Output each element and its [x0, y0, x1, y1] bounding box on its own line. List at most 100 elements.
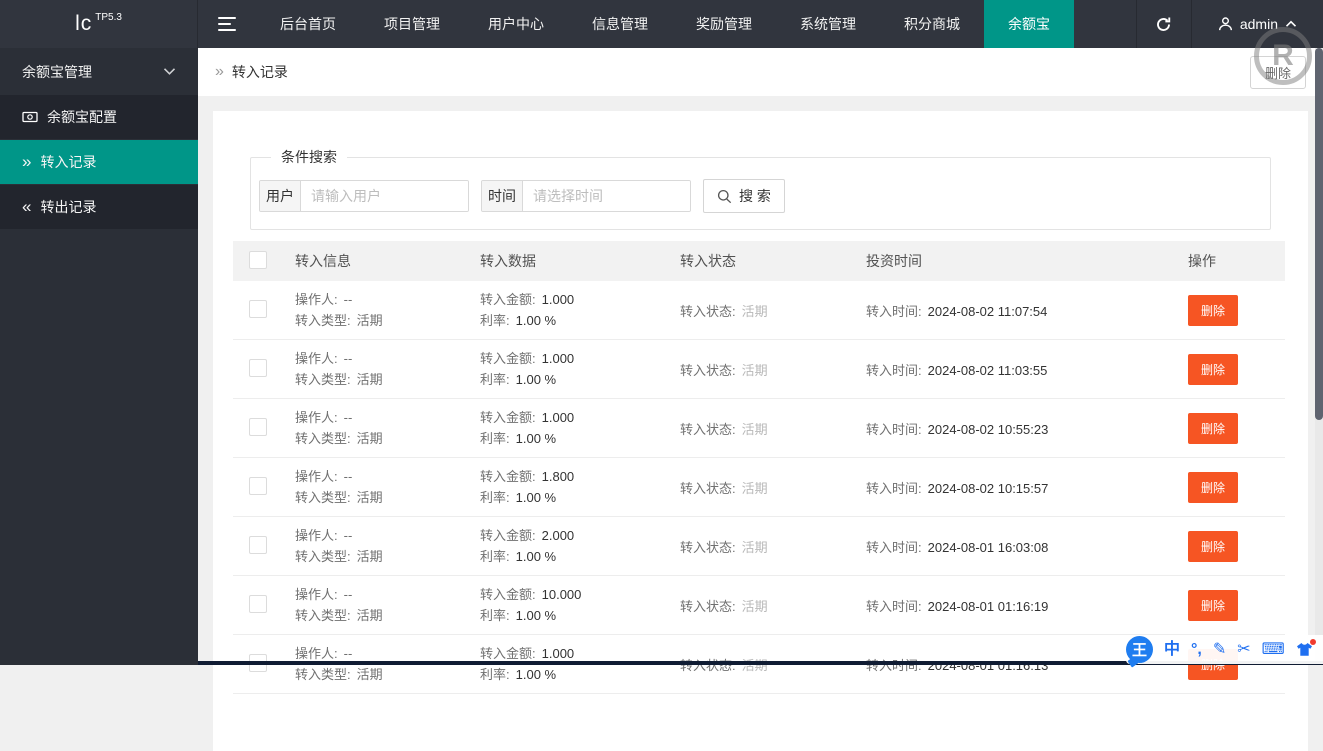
operator-label: 操作人:	[295, 351, 338, 366]
cell-transfer-info: 操作人: -- 转入类型: 活期	[295, 467, 480, 507]
rate-label: 利率:	[480, 431, 510, 446]
row-delete-button[interactable]: 删除	[1188, 294, 1239, 326]
time-value: 2024-08-02 11:07:54	[927, 303, 1048, 319]
breadcrumb-arrow-icon: »	[215, 63, 224, 80]
type-value: 活期	[356, 372, 383, 387]
ime-logo-icon[interactable]: 王	[1126, 636, 1153, 663]
cell-transfer-status: 转入状态: 活期	[680, 596, 866, 615]
cell-actions: 删除	[1188, 353, 1285, 385]
type-label: 转入类型:	[295, 667, 351, 682]
rate-label: 利率:	[480, 372, 510, 387]
row-checkbox[interactable]	[249, 594, 267, 613]
nav-item-home[interactable]: 后台首页	[256, 0, 360, 48]
row-checkbox[interactable]	[249, 417, 267, 436]
cell-transfer-info: 操作人: -- 转入类型: 活期	[295, 585, 480, 625]
select-all-checkbox[interactable]	[249, 250, 267, 269]
nav-item-rewards[interactable]: 奖励管理	[672, 0, 776, 48]
cell-transfer-data: 转入金额: 1.800 利率: 1.00 %	[480, 467, 680, 507]
time-filter-label: 时间	[482, 181, 523, 211]
rate-value: 1.00 %	[515, 490, 557, 505]
operator-value: --	[343, 469, 353, 484]
ime-keyboard-icon[interactable]: ⌨	[1262, 641, 1285, 658]
amount-label: 转入金额:	[480, 646, 536, 661]
operator-label: 操作人:	[295, 469, 338, 484]
cell-transfer-data: 转入金额: 1.000 利率: 1.00 %	[480, 290, 680, 330]
operator-value: --	[343, 292, 353, 307]
main-nav: 后台首页 项目管理 用户中心 信息管理 奖励管理 系统管理 积分商城 余额宝	[256, 0, 1074, 48]
rate-value: 1.00 %	[515, 431, 557, 446]
rate-value: 1.00 %	[515, 549, 557, 564]
page-scrollbar[interactable]	[1315, 48, 1323, 665]
operator-value: --	[343, 351, 353, 366]
nav-item-yuebao[interactable]: 余额宝	[984, 0, 1074, 48]
ime-handwriting-pencil-icon[interactable]: ✎	[1213, 641, 1226, 658]
sidebar-item-transfer-out-records[interactable]: « 转出记录	[0, 185, 198, 230]
rate-value: 1.00 %	[515, 608, 557, 623]
batch-delete-button[interactable]: 删除	[1249, 55, 1306, 89]
nav-item-users[interactable]: 用户中心	[464, 0, 568, 48]
amount-label: 转入金额:	[480, 469, 536, 484]
menu-collapse-icon[interactable]	[198, 0, 256, 48]
rate-label: 利率:	[480, 667, 510, 682]
row-delete-button[interactable]: 删除	[1188, 530, 1239, 562]
row-delete-button[interactable]: 删除	[1188, 471, 1239, 503]
cell-actions: 删除	[1188, 412, 1285, 444]
sidebar-item-transfer-in-records[interactable]: » 转入记录	[0, 140, 198, 185]
chevron-up-icon	[1285, 20, 1297, 28]
amount-label: 转入金额:	[480, 587, 536, 602]
top-navbar: lc TP5.3 后台首页 项目管理 用户中心 信息管理 奖励管理 系统管理 积…	[0, 0, 1323, 48]
nav-item-points-mall[interactable]: 积分商城	[880, 0, 984, 48]
row-checkbox[interactable]	[249, 476, 267, 495]
ime-screenshot-scissors-icon[interactable]: ✂	[1237, 641, 1250, 658]
status-label: 转入状态:	[680, 480, 736, 496]
row-checkbox[interactable]	[249, 299, 267, 318]
amount-value: 1.000	[541, 351, 575, 366]
status-value: 活期	[741, 421, 768, 437]
time-label: 转入时间:	[866, 598, 922, 614]
row-checkbox[interactable]	[249, 535, 267, 554]
user-filter-input[interactable]	[301, 181, 468, 211]
ime-skin-tshirt-icon[interactable]	[1296, 639, 1316, 657]
user-menu[interactable]: admin	[1192, 0, 1323, 48]
sidebar: 余额宝管理 余额宝配置 » 转入记录 « 转出记录	[0, 48, 198, 665]
nav-item-system[interactable]: 系统管理	[776, 0, 880, 48]
nav-item-info[interactable]: 信息管理	[568, 0, 672, 48]
operator-value: --	[343, 528, 353, 543]
ime-punctuation-icon[interactable]: °,	[1191, 641, 1202, 658]
status-value: 活期	[741, 362, 768, 378]
sidebar-item-yuebao-config[interactable]: 余额宝配置	[0, 95, 198, 140]
user-filter-label: 用户	[260, 181, 301, 211]
scrollbar-thumb[interactable]	[1315, 48, 1323, 420]
type-value: 活期	[356, 608, 383, 623]
nav-item-projects[interactable]: 项目管理	[360, 0, 464, 48]
table-row: 操作人: -- 转入类型: 活期 转入金额: 1.000 利率: 1.00 % 转入状态…	[233, 281, 1285, 340]
row-delete-button[interactable]: 删除	[1188, 589, 1239, 621]
type-label: 转入类型:	[295, 372, 351, 387]
col-header-invest-time: 投资时间	[866, 253, 922, 269]
search-button[interactable]: 搜 索	[703, 179, 785, 213]
double-arrow-left-icon: «	[22, 196, 32, 216]
time-filter-input[interactable]	[523, 181, 690, 211]
amount-value: 10.000	[541, 587, 582, 602]
time-value: 2024-08-01 01:16:13	[927, 657, 1049, 673]
row-delete-button[interactable]: 删除	[1188, 353, 1239, 385]
refresh-icon	[1155, 16, 1172, 33]
ime-language-toggle-icon[interactable]: 中	[1164, 641, 1180, 658]
cell-transfer-status: 转入状态: 活期	[680, 419, 866, 438]
sidebar-group-yuebao-management[interactable]: 余额宝管理	[0, 48, 198, 95]
cell-transfer-info: 操作人: -- 转入类型: 活期	[295, 408, 480, 448]
cell-transfer-data: 转入金额: 1.000 利率: 1.00 %	[480, 349, 680, 389]
rate-label: 利率:	[480, 549, 510, 564]
col-header-transfer-status: 转入状态	[680, 253, 736, 269]
page-title: 转入记录	[231, 64, 288, 80]
time-label: 转入时间:	[866, 362, 922, 378]
refresh-button[interactable]	[1135, 0, 1192, 48]
sidebar-item-label: 余额宝配置	[47, 109, 117, 125]
table-row: 操作人: -- 转入类型: 活期 转入金额: 2.000 利率: 1.00 % 转入状态…	[233, 517, 1285, 576]
row-checkbox[interactable]	[249, 358, 267, 377]
user-name: admin	[1239, 16, 1278, 32]
cell-invest-time: 转入时间: 2024-08-01 01:16:19	[866, 596, 1188, 615]
table-body: 操作人: -- 转入类型: 活期 转入金额: 1.000 利率: 1.00 % 转入状态…	[233, 281, 1285, 694]
row-delete-button[interactable]: 删除	[1188, 412, 1239, 444]
time-value: 2024-08-01 16:03:08	[927, 539, 1049, 555]
